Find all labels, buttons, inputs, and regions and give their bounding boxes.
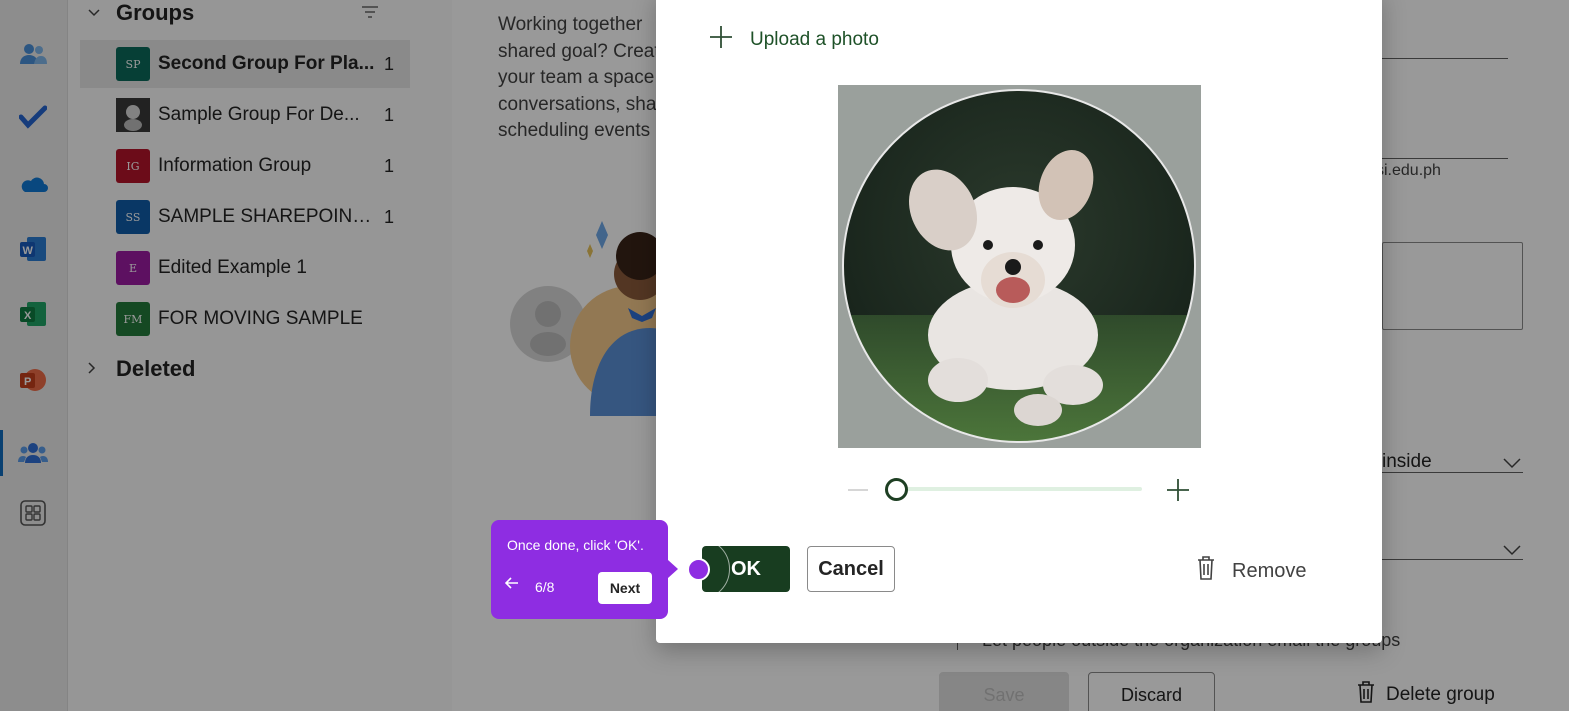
cancel-button[interactable]: Cancel bbox=[807, 546, 895, 592]
remove-photo-label: Remove bbox=[1232, 559, 1307, 582]
photo-crop-area[interactable] bbox=[838, 85, 1201, 448]
tour-pointer bbox=[668, 560, 678, 578]
tour-hotspot[interactable] bbox=[687, 558, 710, 581]
tour-step-counter: 6/8 bbox=[535, 579, 555, 595]
zoom-slider-track[interactable] bbox=[896, 487, 1142, 491]
tour-next-button[interactable]: Next bbox=[598, 572, 652, 604]
dog-photo bbox=[838, 85, 1201, 448]
zoom-slider-thumb[interactable] bbox=[885, 478, 908, 501]
upload-photo-label: Upload a photo bbox=[750, 28, 879, 50]
change-photo-dialog: Upload a photo OK Cancel Remove bbox=[656, 0, 1382, 643]
tour-instruction: Once done, click 'OK'. bbox=[507, 537, 644, 553]
upload-photo-button[interactable]: Upload a photo bbox=[708, 24, 879, 55]
zoom-out-icon[interactable] bbox=[846, 478, 870, 507]
trash-icon bbox=[1196, 555, 1216, 587]
plus-icon bbox=[708, 24, 734, 55]
remove-photo-button[interactable]: Remove bbox=[1196, 555, 1306, 587]
arrow-left-icon[interactable] bbox=[504, 576, 519, 593]
tour-tooltip: Once done, click 'OK'. 6/8 Next bbox=[491, 520, 668, 619]
zoom-in-icon[interactable] bbox=[1166, 478, 1190, 507]
zoom-control bbox=[846, 472, 1189, 507]
